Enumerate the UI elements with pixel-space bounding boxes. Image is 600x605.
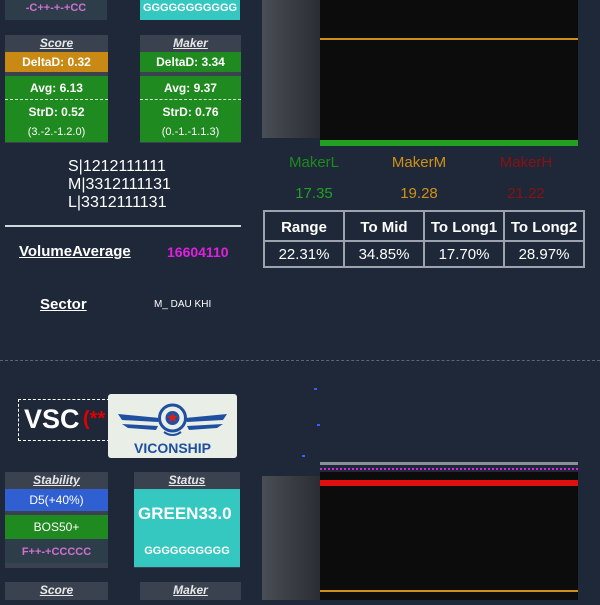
maker-m-value: 19.28 (400, 185, 438, 202)
score-delta: DeltaD: 0.32 (5, 52, 108, 72)
bottom-chart-orange-line (320, 590, 578, 592)
stats-value-to-long2: 28.97% (503, 240, 585, 268)
sector-label: Sector (40, 296, 87, 313)
top-left-strip: -C++-+-+CC (5, 0, 107, 20)
maker-m-label: MakerM (391, 154, 447, 171)
score-strd: StrD: 0.52 (28, 105, 85, 119)
maker-l-label: MakerL (288, 154, 340, 171)
bottom-maker-header: Maker (173, 583, 208, 597)
stats-table: Range To Mid To Long1 To Long2 22.31% 34… (263, 210, 585, 268)
sml-line-s: S|1212111111 (68, 158, 166, 175)
maker-l-value: 17.35 (295, 185, 333, 202)
maker-avg: Avg: 9.37 (140, 76, 241, 100)
stability-panel: Stability D5(+40%) BOS50+ F++-+CCCCC (5, 472, 108, 568)
sml-line-l: L|3312111131 (68, 194, 167, 211)
score-panel: Score DeltaD: 0.32 Avg: 6.13 StrD: 0.52 … (5, 35, 108, 143)
bottom-chart-gray-line (320, 462, 578, 465)
maker-header: Maker (173, 36, 208, 50)
status-header: Status (168, 473, 206, 487)
maker-h-label: MakerH (499, 154, 553, 171)
sector-value: M_ DAU KHI (154, 299, 212, 310)
stats-header-range: Range (263, 210, 345, 242)
stats-header-to-long2: To Long2 (503, 210, 585, 242)
status-panel: Status GREEN33.0 GGGGGGGGGG (134, 472, 240, 568)
top-right-strip: GGGGGGGGGGG (140, 0, 240, 20)
bottom-chart-sidebar (262, 476, 320, 600)
status-value: GREEN33.0 (134, 489, 240, 539)
sml-block: S|1212111111 M|3312111131 L|3312111131 (68, 158, 171, 212)
stats-header-to-mid: To Mid (343, 210, 425, 242)
ticker-box[interactable]: VSC (** (18, 399, 110, 441)
maker-strd: StrD: 0.76 (162, 105, 219, 119)
ticker-suffix: (** (83, 408, 106, 430)
stats-value-to-long1: 17.70% (423, 240, 505, 268)
bottom-chart-magenta-line (320, 468, 578, 470)
divider (5, 225, 241, 227)
stats-value-range: 22.31% (263, 240, 345, 268)
score-header: Score (39, 36, 74, 50)
stability-strip: F++-+CCCCC (5, 539, 108, 563)
top-chart-sidebar (262, 0, 320, 138)
company-logo: VICONSHIP (108, 394, 237, 458)
top-chart-orange-line (320, 38, 578, 40)
bottom-chart (320, 472, 578, 600)
bottom-score-panel: Score (5, 582, 108, 600)
bottom-score-header: Score (39, 583, 74, 597)
score-range: (3.-2.-1.2.0) (5, 124, 108, 142)
top-chart (320, 0, 578, 146)
maker-delta: DeltaD: 3.34 (140, 52, 241, 72)
stats-value-to-mid: 34.85% (343, 240, 425, 268)
top-chart-green-bar (320, 140, 578, 146)
stats-header-to-long1: To Long1 (423, 210, 505, 242)
stability-d5: D5(+40%) (5, 489, 108, 511)
maker-panel: Maker DeltaD: 3.34 Avg: 9.37 StrD: 0.76 … (140, 35, 241, 143)
bottom-maker-panel: Maker (140, 582, 241, 600)
bottom-chart-red-bar (320, 480, 578, 486)
volume-value: 16604110 (167, 244, 229, 260)
status-strip: GGGGGGGGGG (134, 539, 240, 567)
maker-h-value: 21.22 (507, 185, 545, 202)
logo-text: VICONSHIP (133, 440, 211, 456)
maker-range: (0.-1.-1.1.3) (140, 124, 241, 142)
ticker-symbol: VSC (24, 404, 80, 434)
score-avg: Avg: 6.13 (5, 76, 108, 100)
volume-label: VolumeAverage (19, 243, 131, 260)
section-separator (0, 360, 600, 361)
sml-line-m: M|3312111131 (68, 176, 171, 193)
stability-header: Stability (33, 473, 80, 487)
stability-bos: BOS50+ (5, 515, 108, 539)
